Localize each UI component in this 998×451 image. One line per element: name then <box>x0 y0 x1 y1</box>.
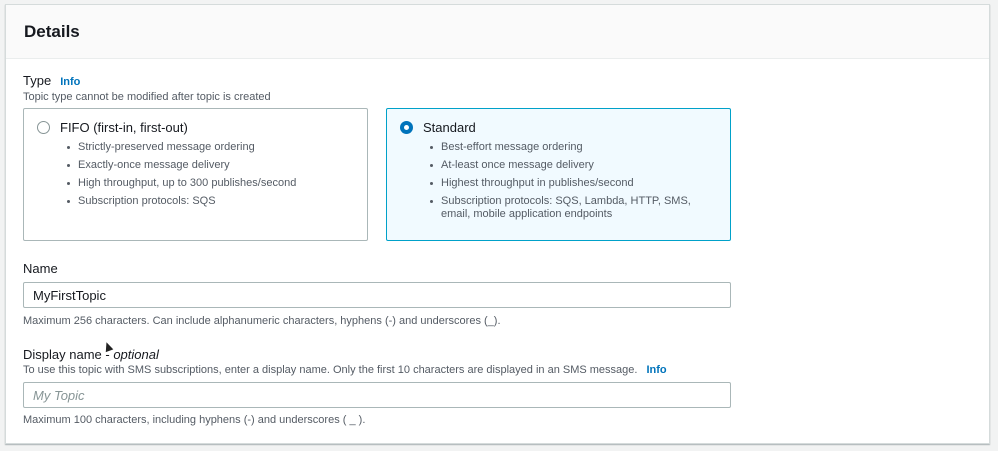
type-info-link[interactable]: Info <box>60 76 80 88</box>
tile-standard[interactable]: Standard Best-effort message ordering At… <box>386 108 731 241</box>
panel-title: Details <box>24 21 80 41</box>
list-item: Highest throughput in publishes/second <box>427 177 717 190</box>
optional-tag: optional <box>113 347 159 362</box>
list-item: At-least once message delivery <box>427 159 717 172</box>
list-item: Best-effort message ordering <box>427 141 717 154</box>
display-name-input[interactable] <box>23 382 731 408</box>
type-label-row: Type Info <box>23 73 80 88</box>
list-item: Strictly-preserved message ordering <box>64 141 354 154</box>
tile-standard-title: Standard <box>423 120 476 135</box>
name-constraint: Maximum 256 characters. Can include alph… <box>23 315 501 327</box>
panel-header: Details <box>6 5 989 59</box>
type-description: Topic type cannot be modified after topi… <box>23 91 271 103</box>
list-item: Subscription protocols: SQS <box>64 195 354 208</box>
fifo-feature-list: Strictly-preserved message ordering Exac… <box>64 141 354 213</box>
list-item: High throughput, up to 300 publishes/sec… <box>64 177 354 190</box>
type-label: Type <box>23 73 52 88</box>
display-name-description-row: To use this topic with SMS subscriptions… <box>23 364 667 376</box>
tile-fifo-title: FIFO (first-in, first-out) <box>60 120 188 135</box>
list-item: Exactly-once message delivery <box>64 159 354 172</box>
list-item: Subscription protocols: SQS, Lambda, HTT… <box>427 195 717 221</box>
standard-feature-list: Best-effort message ordering At-least on… <box>427 141 717 226</box>
name-label: Name <box>23 261 58 276</box>
display-name-info-link[interactable]: Info <box>646 364 666 376</box>
name-input[interactable] <box>23 282 731 308</box>
display-name-label: Display name <box>23 347 102 362</box>
standard-radio[interactable] <box>400 121 413 134</box>
display-name-label-row: Display name - optional <box>23 347 159 362</box>
display-name-description: To use this topic with SMS subscriptions… <box>23 364 638 376</box>
display-name-constraint: Maximum 100 characters, including hyphen… <box>23 414 366 426</box>
fifo-radio[interactable] <box>37 121 50 134</box>
tile-fifo[interactable]: FIFO (first-in, first-out) Strictly-pres… <box>23 108 368 241</box>
